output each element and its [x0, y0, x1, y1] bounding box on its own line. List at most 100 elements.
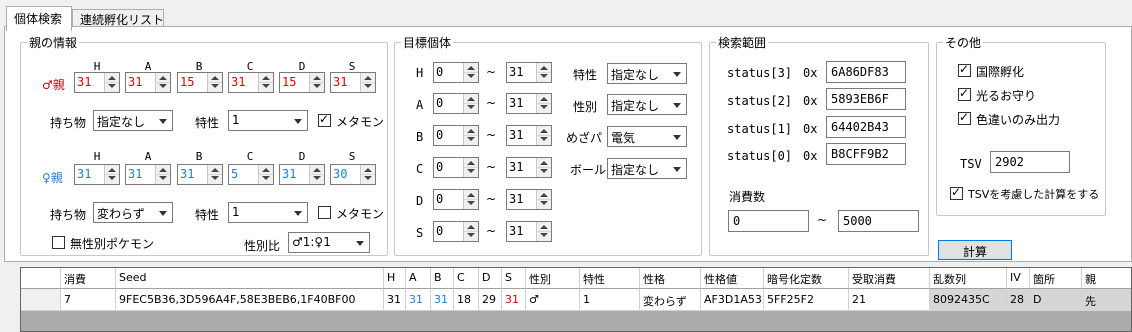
- male-ability-select[interactable]: 1: [228, 110, 308, 131]
- male-item-select[interactable]: 指定なし: [93, 110, 173, 131]
- male-ditto-checkbox[interactable]: メタモン: [318, 112, 384, 129]
- col-consumption[interactable]: 消費: [61, 268, 116, 289]
- target-b-max[interactable]: 31: [506, 125, 552, 146]
- table-row[interactable]: 7 9FEC5B36,3D596A4F,58E3BEB6,1F40BF00 31…: [21, 289, 1131, 311]
- results-grid[interactable]: 消費 Seed H A B C D S 性別 特性 性格 性格値 暗号化定数 受…: [20, 267, 1132, 332]
- spinner[interactable]: [155, 165, 170, 184]
- spinner[interactable]: [463, 190, 478, 209]
- checkbox-box[interactable]: [950, 185, 963, 200]
- col-seed[interactable]: Seed: [116, 268, 384, 289]
- target-s-max[interactable]: 31: [506, 221, 552, 242]
- target-h-max[interactable]: 31: [506, 62, 552, 83]
- target-a-min[interactable]: 0: [433, 93, 479, 114]
- col-nature[interactable]: 性格: [640, 268, 701, 289]
- spinner[interactable]: [463, 126, 478, 145]
- spinner[interactable]: [536, 126, 551, 145]
- col-parent[interactable]: 親: [1082, 268, 1131, 289]
- spinner[interactable]: [463, 222, 478, 241]
- target-a-max[interactable]: 31: [506, 93, 552, 114]
- col-iv[interactable]: IV: [1007, 268, 1030, 289]
- checkbox-box[interactable]: [52, 236, 65, 249]
- cell-ec[interactable]: 5FF25F2: [764, 289, 849, 311]
- cell-gender[interactable]: ♂: [526, 289, 580, 311]
- ball-select[interactable]: 指定なし: [607, 158, 687, 179]
- col-rng[interactable]: 乱数列: [930, 268, 1007, 289]
- male-iv-h[interactable]: 31: [74, 72, 120, 93]
- spinner[interactable]: [258, 73, 273, 92]
- international-hatch-checkbox[interactable]: 国際孵化: [958, 62, 1068, 79]
- col-c[interactable]: C: [454, 268, 479, 289]
- col-gender[interactable]: 性別: [526, 268, 580, 289]
- col-b[interactable]: B: [431, 268, 454, 289]
- spinner[interactable]: [104, 73, 119, 92]
- spinner[interactable]: [258, 165, 273, 184]
- col-s[interactable]: S: [502, 268, 526, 289]
- gender-ratio-select[interactable]: ♂1:♀1: [288, 232, 370, 253]
- consumption-from-input[interactable]: 0: [728, 210, 809, 232]
- target-b-min[interactable]: 0: [433, 125, 479, 146]
- cell-parent[interactable]: 先: [1082, 289, 1131, 311]
- spinner[interactable]: [207, 165, 222, 184]
- male-iv-c[interactable]: 31: [228, 72, 274, 93]
- cell-ability[interactable]: 1: [580, 289, 640, 311]
- col-h[interactable]: H: [384, 268, 406, 289]
- spinner[interactable]: [536, 94, 551, 113]
- status2-input[interactable]: 5893EB6F: [826, 88, 906, 110]
- female-iv-c[interactable]: 5: [228, 164, 274, 185]
- status1-input[interactable]: 64402B43: [826, 116, 906, 138]
- spinner[interactable]: [536, 63, 551, 82]
- spinner[interactable]: [536, 190, 551, 209]
- cell-s[interactable]: 31: [502, 289, 526, 311]
- cell-location[interactable]: D: [1030, 289, 1082, 311]
- col-ability[interactable]: 特性: [580, 268, 640, 289]
- female-ditto-checkbox[interactable]: メタモン: [318, 205, 384, 221]
- cell-c[interactable]: 18: [454, 289, 479, 311]
- cell-consumption[interactable]: 7: [61, 289, 116, 311]
- genderless-checkbox[interactable]: 無性別ポケモン: [52, 235, 162, 251]
- spinner[interactable]: [207, 73, 222, 92]
- cell-b[interactable]: 31: [431, 289, 454, 311]
- cell-iv[interactable]: 28: [1007, 289, 1030, 311]
- spinner[interactable]: [360, 165, 375, 184]
- spinner[interactable]: [155, 73, 170, 92]
- female-iv-s[interactable]: 30: [330, 164, 376, 185]
- status3-input[interactable]: 6A86DF83: [826, 61, 906, 83]
- spinner[interactable]: [463, 63, 478, 82]
- col-pid[interactable]: 性格値: [701, 268, 764, 289]
- cell-rng[interactable]: 8092435C: [930, 289, 1007, 311]
- consumption-to-input[interactable]: 5000: [838, 210, 919, 232]
- male-iv-a[interactable]: 31: [125, 72, 171, 93]
- checkbox-box[interactable]: [958, 110, 971, 125]
- tab-individual-search[interactable]: 個体検索: [6, 6, 72, 31]
- target-gender-select[interactable]: 指定なし: [607, 94, 687, 115]
- row-header[interactable]: [21, 289, 61, 311]
- cell-nature[interactable]: 変わらず: [640, 289, 701, 311]
- target-d-max[interactable]: 31: [506, 189, 552, 210]
- spinner[interactable]: [463, 158, 478, 177]
- spinner[interactable]: [536, 158, 551, 177]
- checkbox-box[interactable]: [318, 206, 331, 219]
- cell-receive[interactable]: 21: [849, 289, 930, 311]
- target-c-min[interactable]: 0: [433, 157, 479, 178]
- col-d[interactable]: D: [479, 268, 502, 289]
- cell-seed[interactable]: 9FEC5B36,3D596A4F,58E3BEB6,1F40BF00: [116, 289, 384, 311]
- tsv-input[interactable]: 2902: [990, 151, 1070, 173]
- col-ec[interactable]: 暗号化定数: [764, 268, 849, 289]
- spinner[interactable]: [536, 222, 551, 241]
- target-s-min[interactable]: 0: [433, 221, 479, 242]
- col-location[interactable]: 箇所: [1030, 268, 1082, 289]
- male-iv-s[interactable]: 31: [330, 72, 376, 93]
- male-iv-b[interactable]: 15: [177, 72, 223, 93]
- calculate-button[interactable]: 計算: [938, 240, 1012, 260]
- shiny-charm-checkbox[interactable]: 光るお守り: [958, 86, 1068, 103]
- female-ability-select[interactable]: 1: [228, 202, 308, 223]
- checkbox-box[interactable]: [958, 86, 971, 101]
- target-c-max[interactable]: 31: [506, 157, 552, 178]
- target-d-min[interactable]: 0: [433, 189, 479, 210]
- female-iv-h[interactable]: 31: [74, 164, 120, 185]
- status0-input[interactable]: B8CFF9B2: [826, 143, 906, 165]
- spinner[interactable]: [104, 165, 119, 184]
- female-iv-d[interactable]: 31: [279, 164, 325, 185]
- target-h-min[interactable]: 0: [433, 62, 479, 83]
- female-iv-a[interactable]: 31: [125, 164, 171, 185]
